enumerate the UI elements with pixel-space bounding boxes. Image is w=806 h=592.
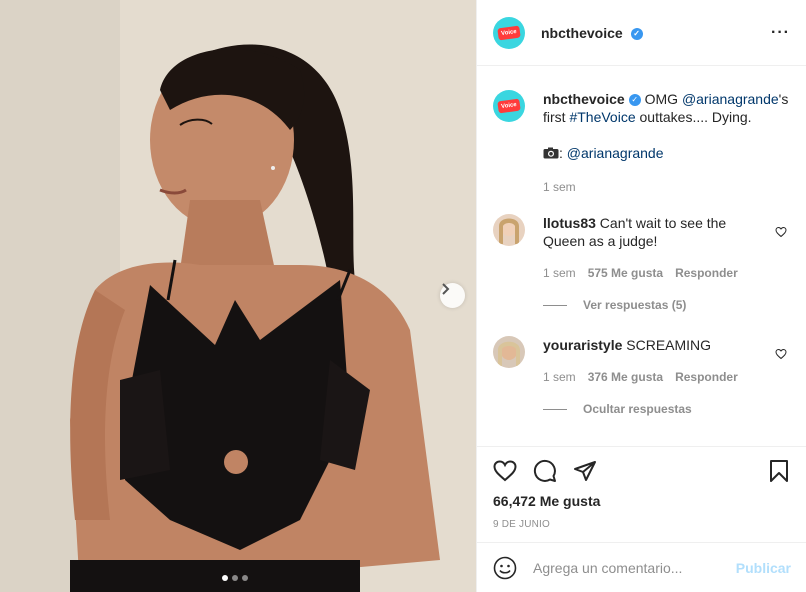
caption-part: OMG [644,91,682,107]
hide-replies-label[interactable]: Ocultar respuestas [583,402,692,416]
comment-text: SCREAMING [626,337,712,353]
hashtag-link[interactable]: #TheVoice [569,109,635,125]
comment-bubble-icon[interactable] [533,459,557,483]
publish-button[interactable]: Publicar [736,560,791,576]
comment-body: youraristyle SCREAMING [543,336,763,354]
photo-illustration [0,0,476,592]
thevoice-logo: Voice [497,98,521,114]
like-comment-heart-icon[interactable] [775,348,787,360]
comment-input[interactable] [531,558,736,577]
post-actions: 66,472 Me gusta 9 DE JUNIO [477,446,806,543]
divider-line [543,408,567,410]
reply-button[interactable]: Responder [675,370,738,384]
view-replies-label[interactable]: Ver respuestas (5) [583,298,686,312]
comment-meta: 1 sem 376 Me gusta Responder [543,370,738,384]
mention-link[interactable]: @arianagrande [682,91,779,107]
avatar[interactable]: Voice [493,90,525,122]
camera-icon [543,147,559,159]
photo-credit: : @arianagrande [543,144,803,162]
header-username[interactable]: nbcthevoice ✓ [541,25,643,41]
likes-count[interactable]: 66,472 Me gusta [493,493,600,509]
caption-username[interactable]: nbcthevoice [543,91,625,107]
caption-text: nbcthevoice ✓ OMG @arianagrande's first #… [543,90,803,196]
chevron-right-icon [442,283,450,295]
caption-part: outtakes.... Dying. [635,109,752,125]
comment-username[interactable]: youraristyle [543,337,622,353]
username-text[interactable]: nbcthevoice [541,25,623,41]
carousel-dot [232,575,238,581]
avatar[interactable] [493,336,525,368]
add-comment-bar: Publicar [477,542,806,592]
post-date[interactable]: 9 DE JUNIO [493,519,550,530]
comment-username[interactable]: llotus83 [543,215,596,231]
save-bookmark-icon[interactable] [767,459,791,483]
action-icons [493,459,791,483]
like-comment-heart-icon[interactable] [775,226,787,238]
thevoice-logo: Voice [497,25,521,40]
comment-likes[interactable]: 575 Me gusta [588,266,663,280]
post-header: Voice nbcthevoice ✓ ··· [477,0,806,66]
user-photo [493,336,525,368]
carousel-next-button[interactable] [440,283,465,308]
credit-mention-link[interactable]: @arianagrande [567,145,664,161]
avatar[interactable] [493,214,525,246]
comments-list[interactable]: Voice nbcthevoice ✓ OMG @arianagrande's f… [477,66,806,446]
carousel-dot [222,575,228,581]
comment-likes[interactable]: 376 Me gusta [588,370,663,384]
carousel-dot [242,575,248,581]
verified-badge-icon: ✓ [630,27,643,40]
comment-meta: 1 sem 575 Me gusta Responder [543,266,738,280]
post-side-panel: Voice nbcthevoice ✓ ··· Voice nbcthevoic… [476,0,806,592]
comment-time[interactable]: 1 sem [543,266,576,280]
like-heart-icon[interactable] [493,459,517,483]
comment-time[interactable]: 1 sem [543,370,576,384]
share-paper-plane-icon[interactable] [573,459,597,483]
reply-button[interactable]: Responder [675,266,738,280]
avatar[interactable]: Voice [493,16,525,49]
emoji-smiley-icon[interactable] [493,556,517,580]
instagram-post-modal: Voice nbcthevoice ✓ ··· Voice nbcthevoic… [0,0,806,592]
credit-separator: : [559,145,567,161]
carousel-indicator [222,575,248,581]
caption-time[interactable]: 1 sem [543,178,803,196]
divider-line [543,304,567,306]
hide-replies-toggle[interactable]: Ocultar respuestas [543,402,692,416]
verified-badge-icon: ✓ [628,94,641,107]
user-photo [493,214,525,246]
view-replies-toggle[interactable]: Ver respuestas (5) [543,298,686,312]
comment-body: llotus83 Can't wait to see the Queen as … [543,214,763,250]
more-options-icon[interactable]: ··· [771,24,790,42]
post-photo[interactable] [0,0,476,592]
